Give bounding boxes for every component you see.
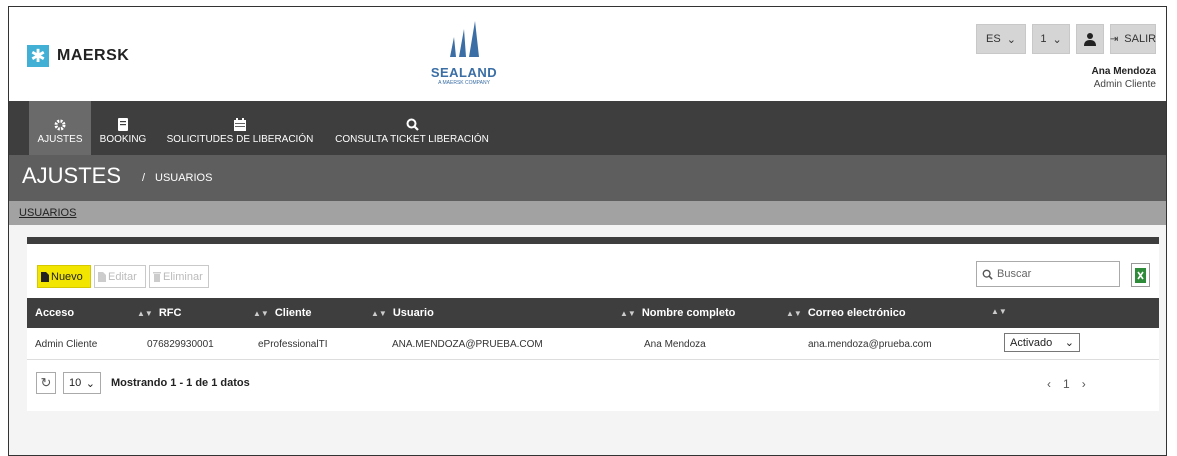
cell-usuario: ANA.MENDOZA@PRUEBA.COM: [392, 339, 543, 350]
column-header-usuario[interactable]: ▲▼ Usuario: [371, 307, 434, 319]
language-value: ES: [986, 33, 1001, 45]
breadcrumb-current: USUARIOS: [155, 172, 213, 184]
user-role: Admin Cliente: [1093, 79, 1156, 90]
chevron-down-icon: ⌄: [1064, 337, 1074, 349]
logout-label: SALIR: [1124, 33, 1157, 45]
column-header-estado[interactable]: ▲▼: [991, 307, 1013, 316]
sub-tabs: USUARIOS: [9, 201, 1166, 225]
account-select[interactable]: 1 ⌄: [1032, 24, 1070, 54]
logout-icon: ⇥: [1109, 33, 1119, 45]
column-header-nombre[interactable]: ▲▼ Nombre completo: [620, 307, 735, 319]
main-nav: AJUSTES BOOKING SOLICITUDES DE LIBERACIÓ…: [9, 101, 1166, 155]
cell-rfc: 076829930001: [147, 339, 214, 350]
delete-label: Eliminar: [163, 270, 203, 283]
maersk-logo[interactable]: ✱ MAERSK: [27, 45, 129, 67]
cell-acceso: Admin Cliente: [35, 339, 98, 350]
nav-item-booking[interactable]: BOOKING: [95, 101, 151, 155]
column-header-cliente[interactable]: ▲▼ Cliente: [253, 307, 312, 319]
table-footer: ↻ 10 ⌄ Mostrando 1 - 1 de 1 datos ‹ 1 ›: [27, 370, 1159, 400]
status-value: Activado: [1010, 336, 1053, 349]
nav-label: BOOKING: [99, 134, 147, 145]
book-icon: [118, 111, 128, 131]
sort-icon: ▲▼: [620, 308, 636, 318]
calendar-icon: [234, 111, 246, 131]
search-input[interactable]: Buscar: [976, 261, 1120, 287]
excel-icon: [1135, 267, 1146, 283]
header: ✱ MAERSK SEALAND A MAERSK COMPANY ES ⌄ 1…: [9, 7, 1166, 101]
refresh-icon: ↻: [40, 375, 52, 390]
cell-nombre: Ana Mendoza: [644, 339, 706, 350]
pagination-summary: Mostrando 1 - 1 de 1 datos: [111, 377, 250, 389]
refresh-button[interactable]: ↻: [36, 372, 56, 394]
column-label: Usuario: [392, 307, 434, 319]
delete-button[interactable]: Eliminar: [149, 265, 209, 288]
status-select[interactable]: Activado ⌄: [1004, 333, 1080, 352]
column-header-rfc[interactable]: ▲▼ RFC: [137, 307, 181, 319]
sort-icon: ▲▼: [137, 308, 153, 318]
page-title: AJUSTES: [22, 163, 122, 188]
brand-name: MAERSK: [57, 47, 130, 64]
chevron-down-icon: ⌄: [1006, 33, 1016, 46]
tab-usuarios[interactable]: USUARIOS: [19, 207, 76, 219]
nav-item-solicitudes[interactable]: SOLICITUDES DE LIBERACIÓN: [157, 101, 323, 155]
sort-icon: ▲▼: [991, 307, 1007, 316]
account-value: 1: [1040, 33, 1047, 45]
pagination: ‹ 1 ›: [1047, 377, 1086, 391]
page-size-value: 10: [69, 377, 82, 389]
breadcrumb: AJUSTES / USUARIOS: [9, 155, 1166, 201]
column-label: Nombre completo: [641, 307, 736, 319]
nav-label: SOLICITUDES DE LIBERACIÓN: [166, 134, 314, 145]
column-label: Correo electrónico: [807, 307, 906, 319]
gear-icon: [54, 111, 66, 131]
sealand-logo: SEALAND A MAERSK COMPANY: [424, 19, 504, 89]
page-number-button[interactable]: 1: [1063, 377, 1070, 391]
user-name: Ana Mendoza: [1091, 66, 1156, 77]
new-label: Nuevo: [51, 270, 83, 283]
sort-icon: ▲▼: [253, 308, 269, 318]
nav-label: AJUSTES: [37, 134, 83, 145]
column-label: Cliente: [274, 307, 312, 319]
search-icon: [982, 269, 993, 280]
user-button[interactable]: [1076, 24, 1104, 54]
sealand-tagline: A MAERSK COMPANY: [438, 80, 490, 86]
users-panel: Nuevo Editar Eliminar Buscar Acceso ▲▼ RF…: [27, 237, 1159, 411]
chevron-down-icon: ⌄: [1052, 33, 1062, 46]
edit-button[interactable]: Editar: [94, 265, 146, 288]
cell-cliente: eProfessionalTI: [258, 339, 328, 350]
sort-icon: ▲▼: [371, 308, 387, 318]
column-label: RFC: [158, 307, 182, 319]
search-icon: [406, 111, 419, 131]
sort-icon: ▲▼: [786, 308, 802, 318]
user-icon: [1084, 33, 1096, 46]
export-excel-button[interactable]: [1131, 263, 1150, 287]
nav-item-ajustes[interactable]: AJUSTES: [29, 101, 91, 155]
edit-file-icon: [98, 271, 106, 282]
table-header: Acceso ▲▼ RFC ▲▼ Cliente ▲▼ Usuario ▲▼ Nombr…: [27, 298, 1159, 328]
edit-label: Editar: [108, 270, 137, 283]
app-window: ✱ MAERSK SEALAND A MAERSK COMPANY ES ⌄ 1…: [8, 6, 1167, 456]
next-page-button[interactable]: ›: [1082, 377, 1086, 391]
column-header-acceso[interactable]: Acceso: [35, 307, 74, 319]
column-header-correo[interactable]: ▲▼ Correo electrónico: [786, 307, 906, 319]
page-size-select[interactable]: 10 ⌄: [63, 372, 101, 394]
breadcrumb-separator: /: [142, 172, 146, 184]
sealand-wordmark: SEALAND: [430, 65, 498, 80]
nav-item-consulta-ticket[interactable]: CONSULTA TICKET LIBERACIÓN: [329, 101, 495, 155]
top-controls: ES ⌄ 1 ⌄ ⇥ SALIR: [976, 24, 1156, 54]
file-icon: [41, 271, 49, 282]
table-row[interactable]: Admin Cliente 076829930001 eProfessional…: [27, 328, 1159, 360]
logout-button[interactable]: ⇥ SALIR: [1110, 24, 1156, 54]
column-label: Acceso: [35, 307, 75, 319]
prev-page-button[interactable]: ‹: [1047, 377, 1051, 391]
maersk-star-icon: ✱: [27, 45, 49, 67]
trash-icon: [153, 271, 161, 282]
search-placeholder: Buscar: [997, 268, 1032, 280]
new-button[interactable]: Nuevo: [37, 265, 91, 288]
chevron-down-icon: ⌄: [85, 377, 95, 390]
sails-icon: [450, 21, 479, 57]
nav-label: CONSULTA TICKET LIBERACIÓN: [335, 134, 489, 145]
cell-correo: ana.mendoza@prueba.com: [808, 339, 932, 350]
language-select[interactable]: ES ⌄: [976, 24, 1026, 54]
